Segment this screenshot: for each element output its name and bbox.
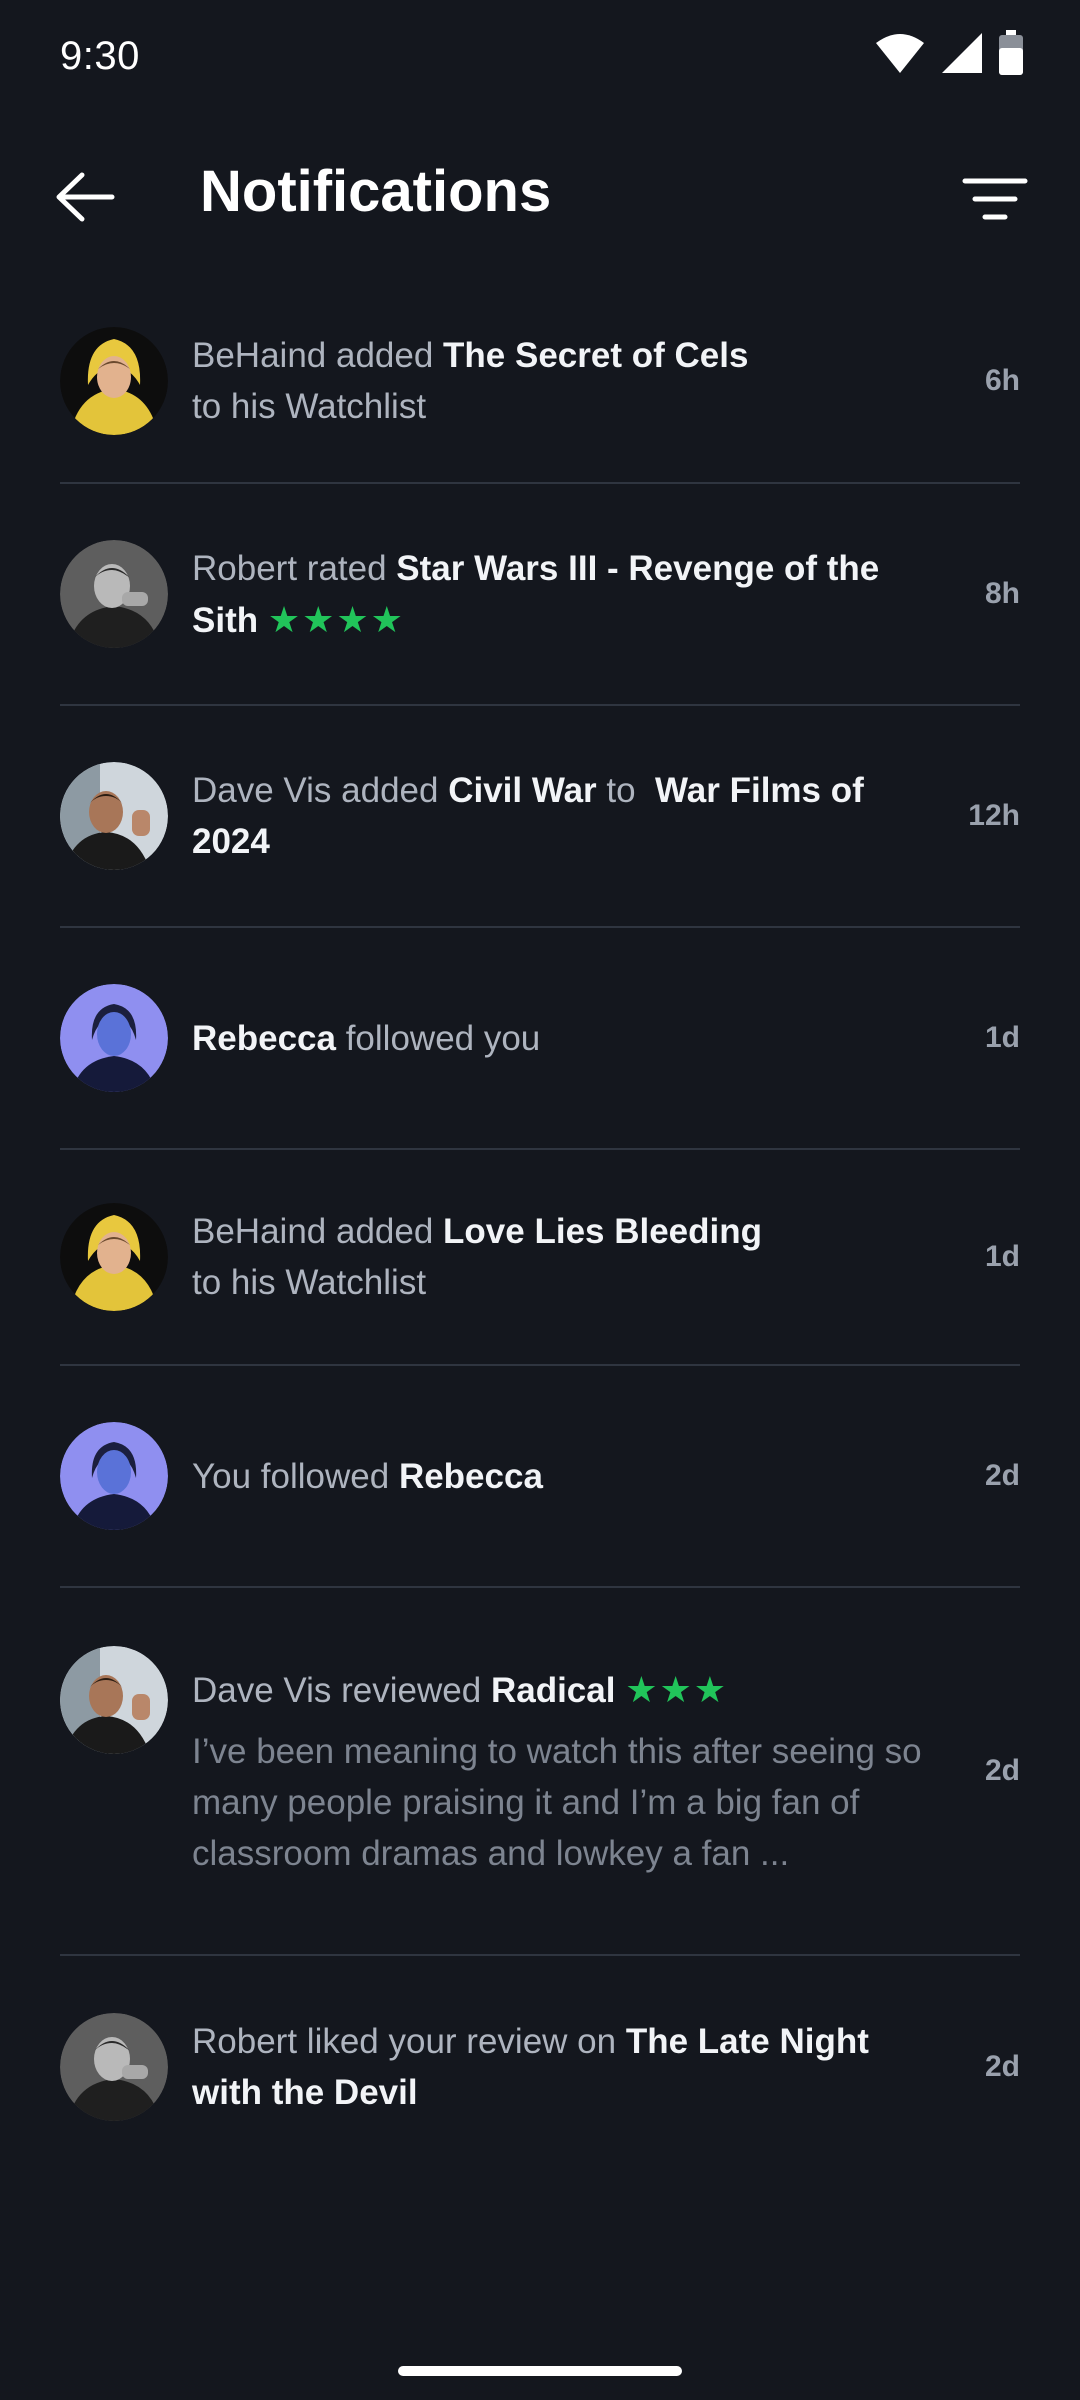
notification-list: BeHaind added The Secret of Cels to his … bbox=[60, 280, 1020, 2178]
app-bar: Notifications bbox=[0, 140, 1080, 250]
notification-item[interactable]: Robert liked your review on The Late Nig… bbox=[60, 1956, 1020, 2178]
notification-text: Robert liked your review on The Late Nig… bbox=[192, 2022, 869, 2112]
avatar-dave[interactable] bbox=[60, 1646, 168, 1754]
notification-text: BeHaind added The Secret of Cels to his … bbox=[192, 336, 749, 426]
title-link[interactable]: Civil War bbox=[448, 771, 596, 810]
notification-item[interactable]: Robert rated Star Wars III - Revenge of … bbox=[60, 484, 1020, 706]
wifi-icon bbox=[874, 31, 926, 80]
timestamp: 8h bbox=[984, 577, 1020, 610]
timestamp: 1d bbox=[984, 1021, 1020, 1054]
avatar-rebecca[interactable] bbox=[60, 1422, 168, 1530]
title-link[interactable]: Radical bbox=[491, 1671, 616, 1710]
notification-item[interactable]: Rebecca followed you 1d bbox=[60, 928, 1020, 1150]
arrow-left-icon bbox=[54, 172, 116, 227]
notification-item[interactable]: BeHaind added The Secret of Cels to his … bbox=[60, 280, 1020, 484]
timestamp: 2d bbox=[984, 1754, 1020, 1787]
avatar-behaind[interactable] bbox=[60, 1203, 168, 1311]
filter-icon bbox=[962, 176, 1028, 227]
notification-text: BeHaind added Love Lies Bleeding to his … bbox=[192, 1212, 763, 1302]
notification-item[interactable]: BeHaind added Love Lies Bleeding to his … bbox=[60, 1150, 1020, 1366]
status-bar: 9:30 bbox=[0, 0, 1080, 110]
avatar-dave[interactable] bbox=[60, 762, 168, 870]
user-link[interactable]: Rebecca bbox=[399, 1457, 543, 1496]
review-excerpt[interactable]: I’ve been meaning to watch this after se… bbox=[192, 1726, 940, 1879]
timestamp: 6h bbox=[984, 364, 1020, 397]
avatar-robert[interactable] bbox=[60, 2013, 168, 2121]
title-link[interactable]: Love Lies Bleeding bbox=[443, 1212, 762, 1251]
notification-item[interactable]: You followed Rebecca 2d bbox=[60, 1366, 1020, 1588]
avatar-robert[interactable] bbox=[60, 540, 168, 648]
notification-text: Robert rated Star Wars III - Revenge of … bbox=[192, 548, 880, 640]
notification-text: Dave Vis added Civil War to War Films of… bbox=[192, 771, 864, 861]
notification-item[interactable]: Dave Vis reviewed Radical ★★★ I’ve been … bbox=[60, 1588, 1020, 1956]
star-rating: ★★★★ bbox=[267, 598, 405, 640]
battery-icon bbox=[998, 30, 1024, 81]
notification-text: Rebecca followed you bbox=[192, 1018, 541, 1058]
notification-text: You followed Rebecca bbox=[192, 1456, 543, 1496]
page-title: Notifications bbox=[200, 159, 552, 224]
filter-button[interactable] bbox=[960, 166, 1030, 236]
title-link[interactable]: The Secret of Cels bbox=[443, 336, 748, 375]
notification-text: Dave Vis reviewed Radical ★★★ I’ve been … bbox=[192, 1664, 960, 1879]
avatar-behaind[interactable] bbox=[60, 327, 168, 435]
status-icons bbox=[874, 30, 1024, 81]
timestamp: 12h bbox=[968, 799, 1020, 832]
star-rating: ★★★ bbox=[625, 1668, 729, 1710]
avatar-rebecca[interactable] bbox=[60, 984, 168, 1092]
cellular-signal-icon bbox=[940, 31, 984, 80]
timestamp: 2d bbox=[984, 1459, 1020, 1492]
timestamp: 2d bbox=[984, 2050, 1020, 2083]
home-indicator[interactable] bbox=[398, 2366, 682, 2376]
back-button[interactable] bbox=[50, 164, 120, 234]
status-time: 9:30 bbox=[60, 34, 140, 78]
user-link[interactable]: Rebecca bbox=[192, 1019, 336, 1058]
notification-item[interactable]: Dave Vis added Civil War to War Films of… bbox=[60, 706, 1020, 928]
timestamp: 1d bbox=[984, 1240, 1020, 1273]
